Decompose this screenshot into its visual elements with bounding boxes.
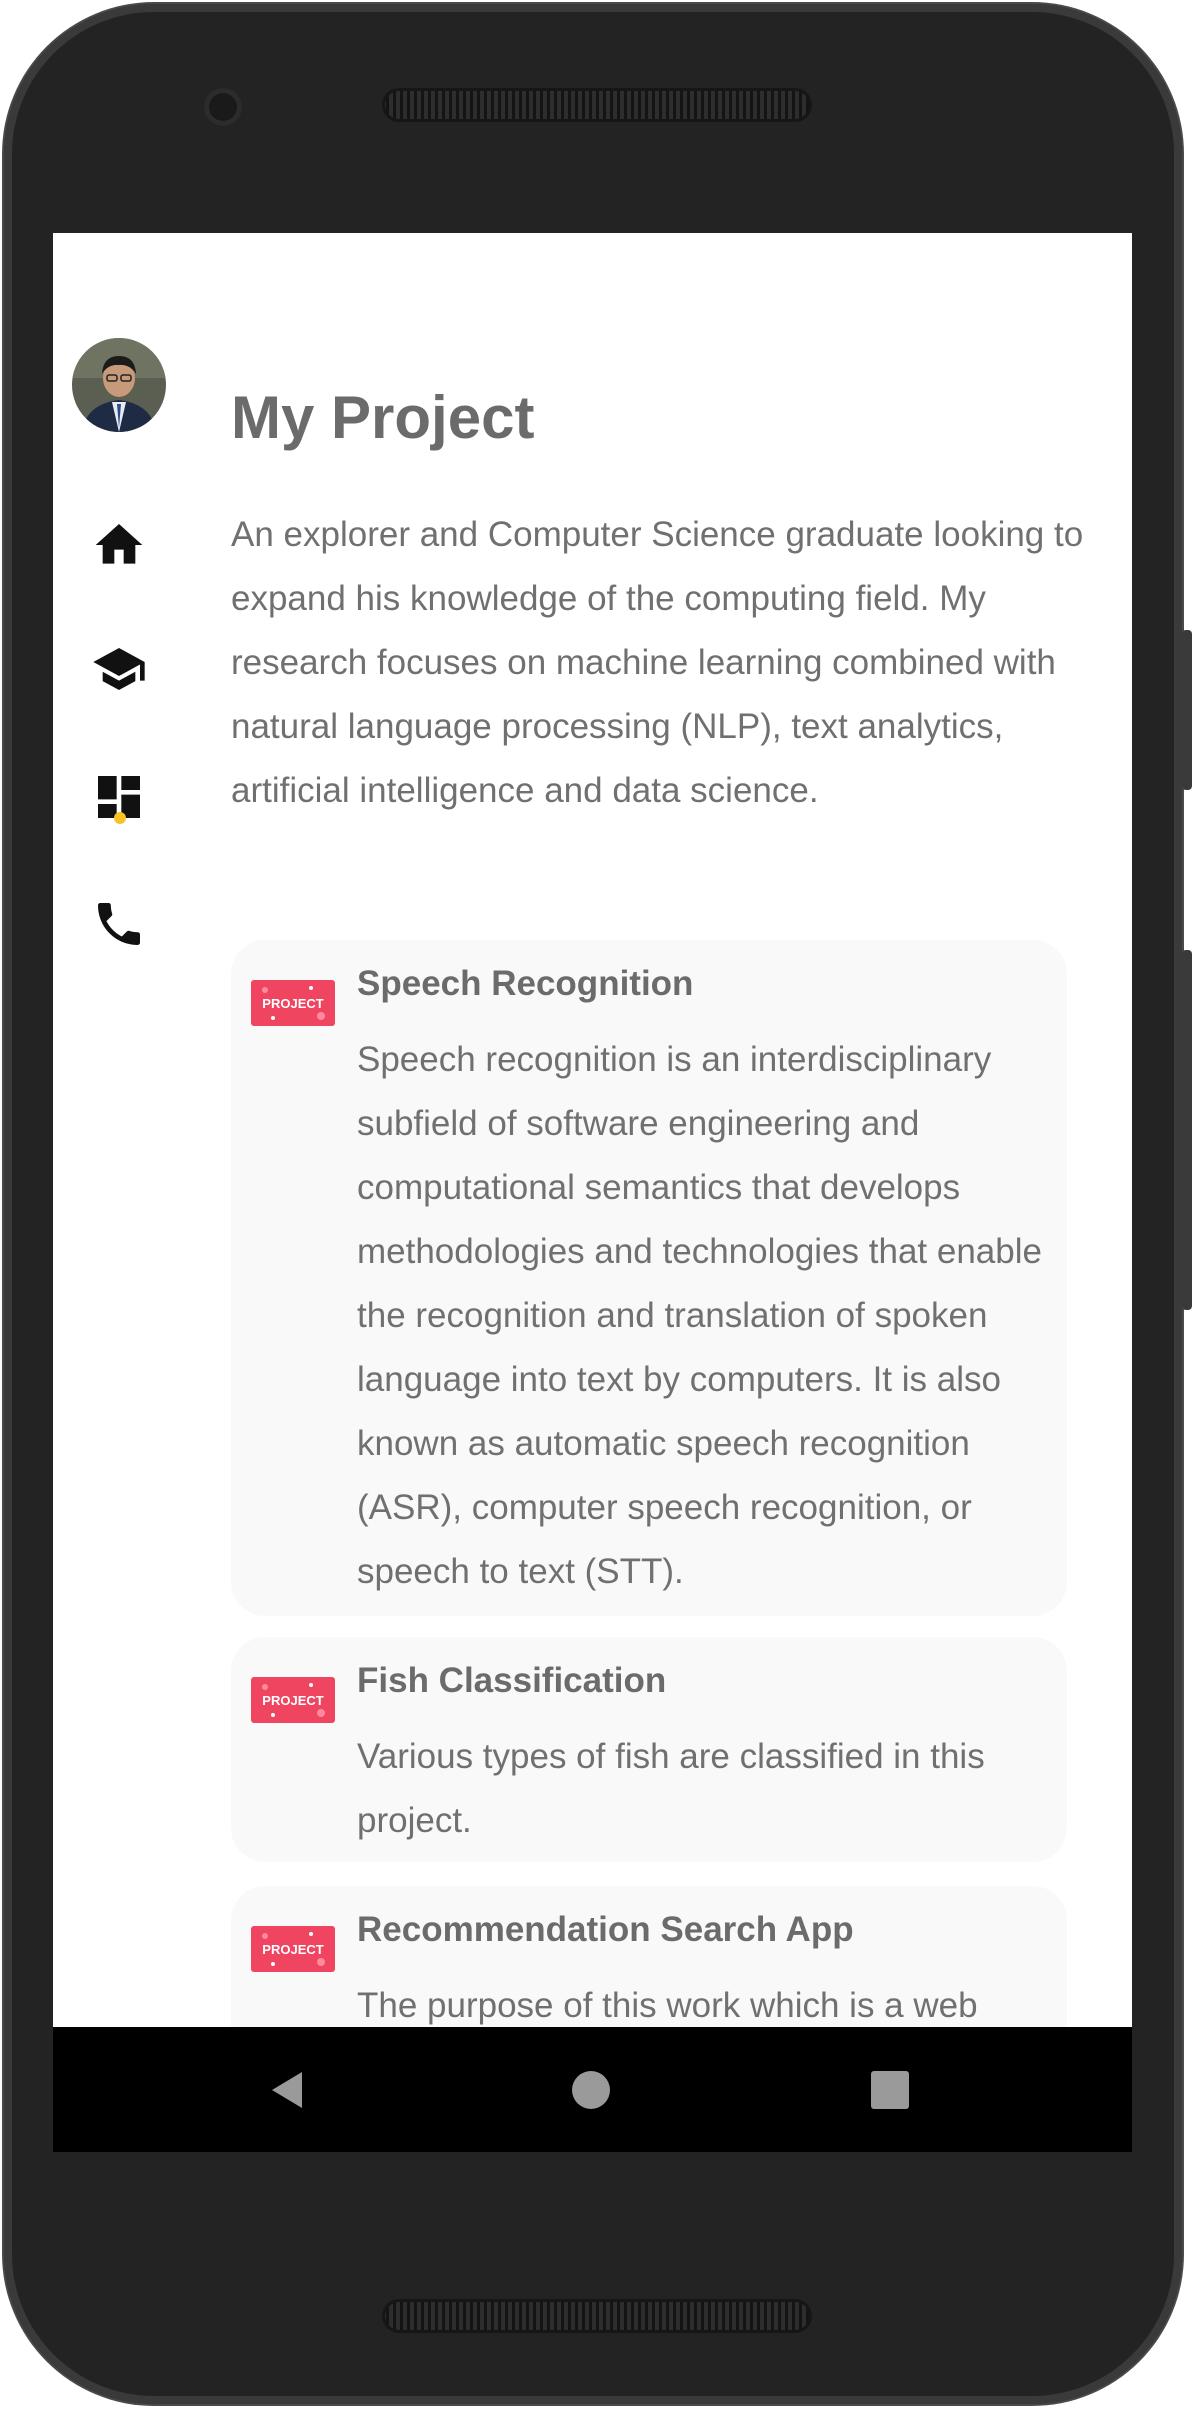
home-icon <box>95 524 143 564</box>
nav-rail <box>53 233 193 2027</box>
svg-text:PROJECT: PROJECT <box>262 1942 323 1957</box>
page-title: My Project <box>231 384 535 451</box>
project-description: Various types of fish are classified in … <box>357 1737 985 1840</box>
power-button <box>1182 630 1192 790</box>
project-description: The purpose of this work which is a web <box>357 1986 978 2025</box>
bottom-speaker <box>382 2299 812 2333</box>
svg-text:PROJECT: PROJECT <box>262 996 323 1011</box>
project-title: Recommendation Search App <box>357 1910 854 1949</box>
project-description: Speech recognition is an interdisciplina… <box>357 1040 1042 1591</box>
back-icon <box>272 2071 302 2108</box>
home-circle-icon <box>572 2070 610 2109</box>
svg-text:PROJECT: PROJECT <box>262 1693 323 1708</box>
active-nav-indicator <box>114 812 126 824</box>
project-title: Fish Classification <box>357 1661 667 1700</box>
nav-contact[interactable] <box>79 884 159 964</box>
graduation-cap-icon <box>93 648 145 690</box>
home-button[interactable] <box>531 2027 651 2152</box>
system-navigation-bar <box>53 2027 1132 2152</box>
back-button[interactable] <box>228 2027 348 2152</box>
avatar-photo <box>72 338 166 432</box>
nav-education[interactable] <box>79 629 159 709</box>
app-screen: My Project An explorer and Computer Scie… <box>53 233 1132 2027</box>
project-title: Speech Recognition <box>357 964 694 1003</box>
project-card-recommendation-search-app[interactable]: PROJECT Recommendation Search App The pu… <box>231 1886 1067 2027</box>
project-thumbnail: PROJECT <box>251 1926 335 1972</box>
front-camera <box>204 88 242 126</box>
recents-icon <box>871 2070 909 2109</box>
project-thumbnail: PROJECT <box>251 1677 335 1723</box>
volume-button <box>1182 950 1192 1310</box>
project-card-fish-classification[interactable]: PROJECT Fish Classification Various type… <box>231 1637 1067 1862</box>
phone-icon <box>98 903 140 945</box>
nav-projects[interactable] <box>79 757 159 837</box>
project-thumbnail: PROJECT <box>251 980 335 1026</box>
avatar[interactable] <box>72 338 166 432</box>
recents-button[interactable] <box>830 2027 950 2152</box>
intro-text: An explorer and Computer Science graduat… <box>231 515 1084 810</box>
earpiece-speaker <box>382 88 812 122</box>
nav-home[interactable] <box>79 505 159 585</box>
project-card-speech-recognition[interactable]: PROJECT Speech Recognition Speech recogn… <box>231 940 1067 1616</box>
